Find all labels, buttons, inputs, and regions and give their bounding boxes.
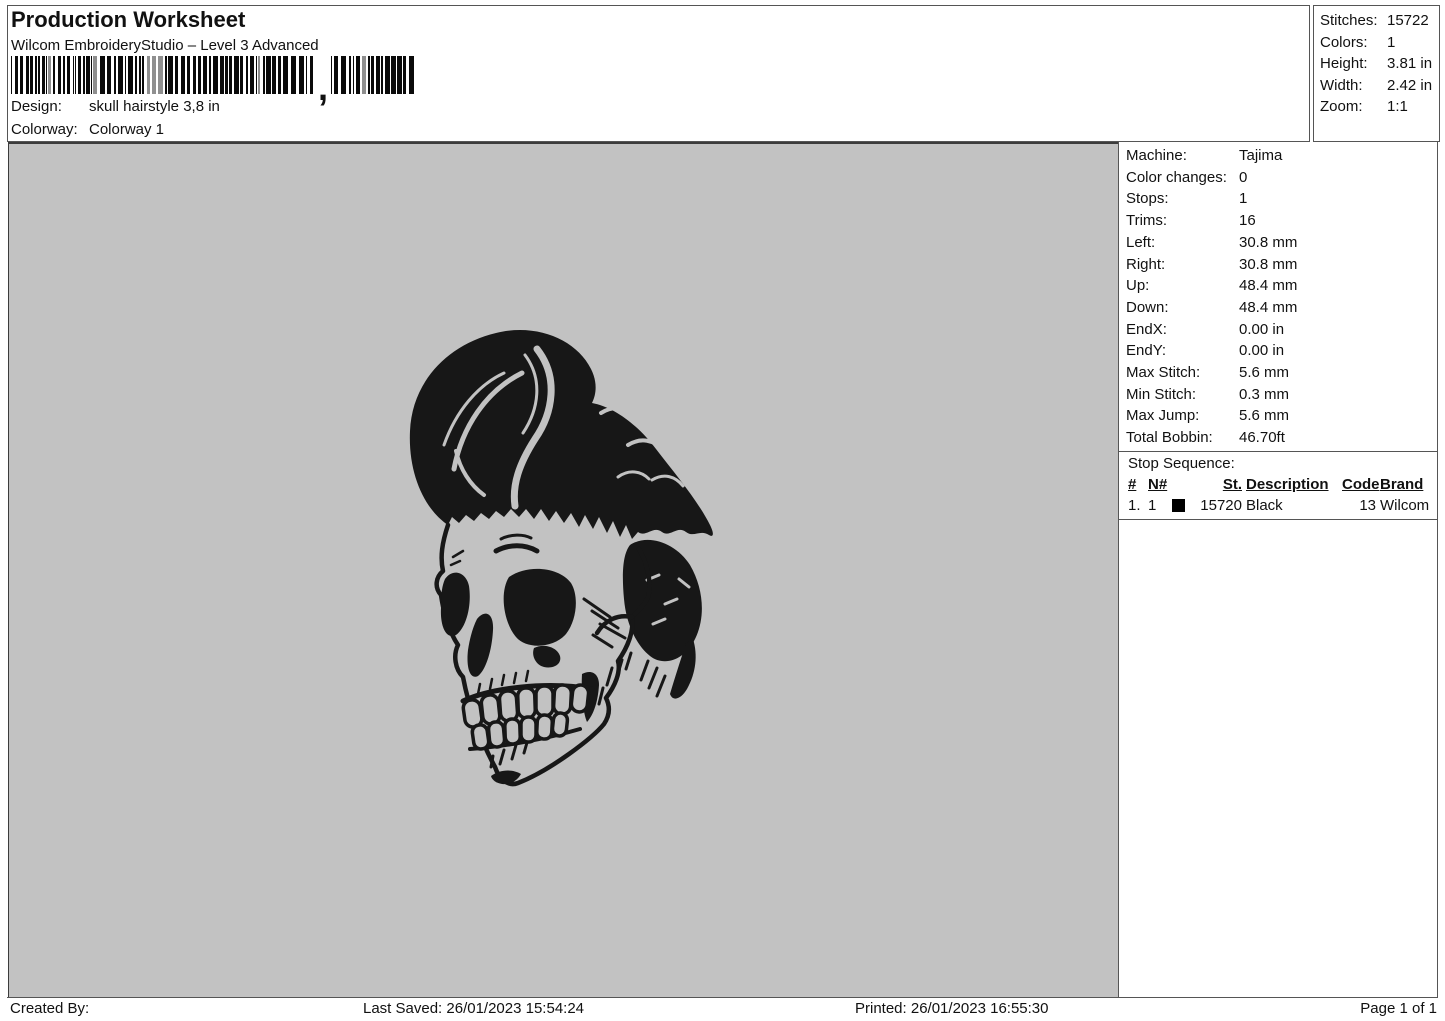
summary-row-height: Height: 3.81 in <box>1314 53 1439 75</box>
machine-info-label: Total Bobbin: <box>1126 427 1239 449</box>
colorway-label: Colorway: <box>11 121 89 138</box>
machine-info-label: EndY: <box>1126 340 1239 362</box>
row-num: 1. <box>1128 495 1144 516</box>
machine-info-label: Stops: <box>1126 188 1239 210</box>
col-description: Description <box>1246 474 1338 495</box>
design-label: Design: <box>11 98 89 115</box>
production-worksheet-page: Production Worksheet Wilcom EmbroiderySt… <box>0 0 1445 1021</box>
machine-info-label: Color changes: <box>1126 167 1239 189</box>
machine-info-label: Max Stitch: <box>1126 362 1239 384</box>
summary-value: 1 <box>1387 32 1395 54</box>
colorway-row: Colorway: Colorway 1 <box>11 121 164 138</box>
summary-row-stitches: Stitches: 15722 <box>1314 10 1439 32</box>
machine-info-label: EndX: <box>1126 319 1239 341</box>
machine-info-value: 5.6 mm <box>1239 405 1289 427</box>
row-stitches: 15720 <box>1200 495 1242 516</box>
machine-info-label: Trims: <box>1126 210 1239 232</box>
col-stitches: St. <box>1172 474 1242 495</box>
barcode-main <box>11 56 313 94</box>
summary-value: 3.81 in <box>1387 53 1432 75</box>
machine-info-row: Up:48.4 mm <box>1126 275 1437 297</box>
machine-info-label: Machine: <box>1126 145 1239 167</box>
machine-info-value: 0.00 in <box>1239 319 1284 341</box>
design-barcode: , <box>11 56 416 96</box>
last-saved-text: Last Saved: 26/01/2023 15:54:24 <box>363 1000 584 1017</box>
summary-label: Colors: <box>1320 32 1387 54</box>
machine-info-row: Max Jump:5.6 mm <box>1126 405 1437 427</box>
summary-row-zoom: Zoom: 1:1 <box>1314 96 1439 118</box>
embroidery-design-preview <box>396 317 726 827</box>
machine-info-value: Tajima <box>1239 145 1282 167</box>
summary-value: 2.42 in <box>1387 75 1432 97</box>
machine-info-label: Left: <box>1126 232 1239 254</box>
machine-info-row: Down:48.4 mm <box>1126 297 1437 319</box>
barcode-separator: , <box>318 80 328 96</box>
machine-info-row: Machine:Tajima <box>1126 145 1437 167</box>
col-code: Code <box>1342 474 1376 495</box>
machine-info-value: 46.70ft <box>1239 427 1285 449</box>
machine-info-value: 48.4 mm <box>1239 297 1297 319</box>
colorway-value: Colorway 1 <box>89 121 164 138</box>
printed-text: Printed: 26/01/2023 16:55:30 <box>855 1000 1049 1017</box>
summary-label: Stitches: <box>1320 10 1387 32</box>
machine-info-row: Trims:16 <box>1126 210 1437 232</box>
row-needle: 1 <box>1148 495 1168 516</box>
machine-info-label: Min Stitch: <box>1126 384 1239 406</box>
machine-info-row: EndX:0.00 in <box>1126 319 1437 341</box>
summary-value: 15722 <box>1387 10 1429 32</box>
machine-info-value: 0.3 mm <box>1239 384 1289 406</box>
stop-sequence-section: Stop Sequence: # N# St. Description Code… <box>1119 452 1437 520</box>
machine-info-row: Right:30.8 mm <box>1126 254 1437 276</box>
machine-info-row: Max Stitch:5.6 mm <box>1126 362 1437 384</box>
machine-info-value: 0 <box>1239 167 1247 189</box>
design-summary-box: Stitches: 15722 Colors: 1 Height: 3.81 i… <box>1313 5 1440 142</box>
stop-sequence-title: Stop Sequence: <box>1128 453 1437 474</box>
machine-info-label: Down: <box>1126 297 1239 319</box>
summary-row-width: Width: 2.42 in <box>1314 75 1439 97</box>
machine-info-value: 30.8 mm <box>1239 232 1297 254</box>
machine-info-value: 5.6 mm <box>1239 362 1289 384</box>
machine-info-row: Color changes:0 <box>1126 167 1437 189</box>
machine-info-value: 16 <box>1239 210 1256 232</box>
machine-info-row: EndY:0.00 in <box>1126 340 1437 362</box>
summary-row-colors: Colors: 1 <box>1314 32 1439 54</box>
machine-info-row: Min Stitch:0.3 mm <box>1126 384 1437 406</box>
design-name-row: Design: skull hairstyle 3,8 in <box>11 98 220 115</box>
page-title: Production Worksheet <box>11 7 245 33</box>
machine-info-value: 48.4 mm <box>1239 275 1297 297</box>
footer-bar: Created By: Last Saved: 26/01/2023 15:54… <box>7 997 1438 1020</box>
stitch-canvas <box>8 142 1118 997</box>
col-brand: Brand <box>1380 474 1436 495</box>
stop-sequence-header: # N# St. Description Code Brand <box>1128 474 1437 495</box>
col-num: # <box>1128 474 1144 495</box>
summary-label: Width: <box>1320 75 1387 97</box>
header-box: Production Worksheet Wilcom EmbroiderySt… <box>7 5 1310 142</box>
machine-info-label: Max Jump: <box>1126 405 1239 427</box>
software-subtitle: Wilcom EmbroideryStudio – Level 3 Advanc… <box>11 37 319 54</box>
summary-value: 1:1 <box>1387 96 1408 118</box>
machine-info-label: Right: <box>1126 254 1239 276</box>
col-needle: N# <box>1148 474 1168 495</box>
summary-label: Zoom: <box>1320 96 1387 118</box>
barcode-suffix <box>331 56 416 94</box>
machine-info-rows: Machine:TajimaColor changes:0Stops:1Trim… <box>1119 142 1437 449</box>
machine-info-label: Up: <box>1126 275 1239 297</box>
machine-info-panel: Machine:TajimaColor changes:0Stops:1Trim… <box>1118 142 1438 997</box>
machine-info-value: 0.00 in <box>1239 340 1284 362</box>
machine-info-value: 1 <box>1239 188 1247 210</box>
row-brand: Wilcom <box>1380 495 1436 516</box>
design-value: skull hairstyle 3,8 in <box>89 98 220 115</box>
machine-info-row: Stops:1 <box>1126 188 1437 210</box>
machine-info-value: 30.8 mm <box>1239 254 1297 276</box>
machine-info-row: Left:30.8 mm <box>1126 232 1437 254</box>
created-by-label: Created By: <box>10 1000 89 1017</box>
row-description: Black <box>1246 495 1338 516</box>
summary-label: Height: <box>1320 53 1387 75</box>
row-code: 13 <box>1342 495 1376 516</box>
machine-info-row: Total Bobbin:46.70ft <box>1126 427 1437 449</box>
thread-color-swatch <box>1172 499 1185 512</box>
stop-sequence-row: 1. 1 15720 Black 13 Wilcom <box>1128 495 1437 516</box>
page-number: Page 1 of 1 <box>1360 1000 1437 1017</box>
